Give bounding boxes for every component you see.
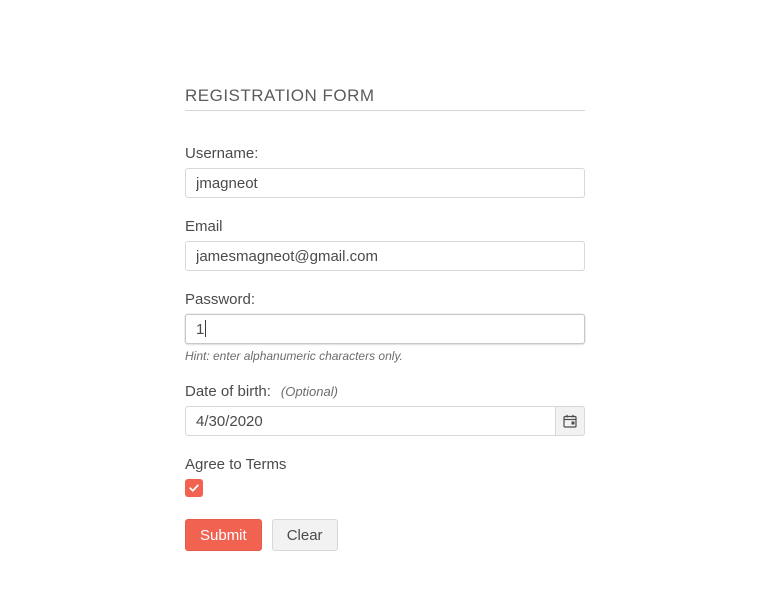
text-caret xyxy=(205,320,206,337)
submit-button[interactable]: Submit xyxy=(185,519,262,551)
button-row: Submit Clear xyxy=(185,519,585,551)
terms-checkbox[interactable] xyxy=(185,479,203,497)
dob-field: Date of birth: (Optional) xyxy=(185,383,585,436)
password-hint: Hint: enter alphanumeric characters only… xyxy=(185,349,585,363)
email-field: Email xyxy=(185,218,585,271)
username-input[interactable] xyxy=(185,168,585,198)
check-icon xyxy=(188,482,200,494)
username-field: Username: xyxy=(185,145,585,198)
calendar-button[interactable] xyxy=(555,406,585,436)
terms-label: Agree to Terms xyxy=(185,456,585,473)
password-input[interactable] xyxy=(185,314,585,344)
username-label: Username: xyxy=(185,145,585,162)
email-input[interactable] xyxy=(185,241,585,271)
clear-button[interactable]: Clear xyxy=(272,519,338,551)
calendar-icon xyxy=(563,414,577,428)
password-field: Password: Hint: enter alphanumeric chara… xyxy=(185,291,585,363)
dob-label: Date of birth: xyxy=(185,383,271,400)
terms-field: Agree to Terms xyxy=(185,456,585,497)
registration-form: REGISTRATION FORM Username: Email Passwo… xyxy=(185,0,585,551)
password-label: Password: xyxy=(185,291,585,308)
form-title: REGISTRATION FORM xyxy=(185,86,585,111)
dob-optional: (Optional) xyxy=(281,384,338,399)
email-label: Email xyxy=(185,218,585,235)
dob-input[interactable] xyxy=(185,406,555,436)
